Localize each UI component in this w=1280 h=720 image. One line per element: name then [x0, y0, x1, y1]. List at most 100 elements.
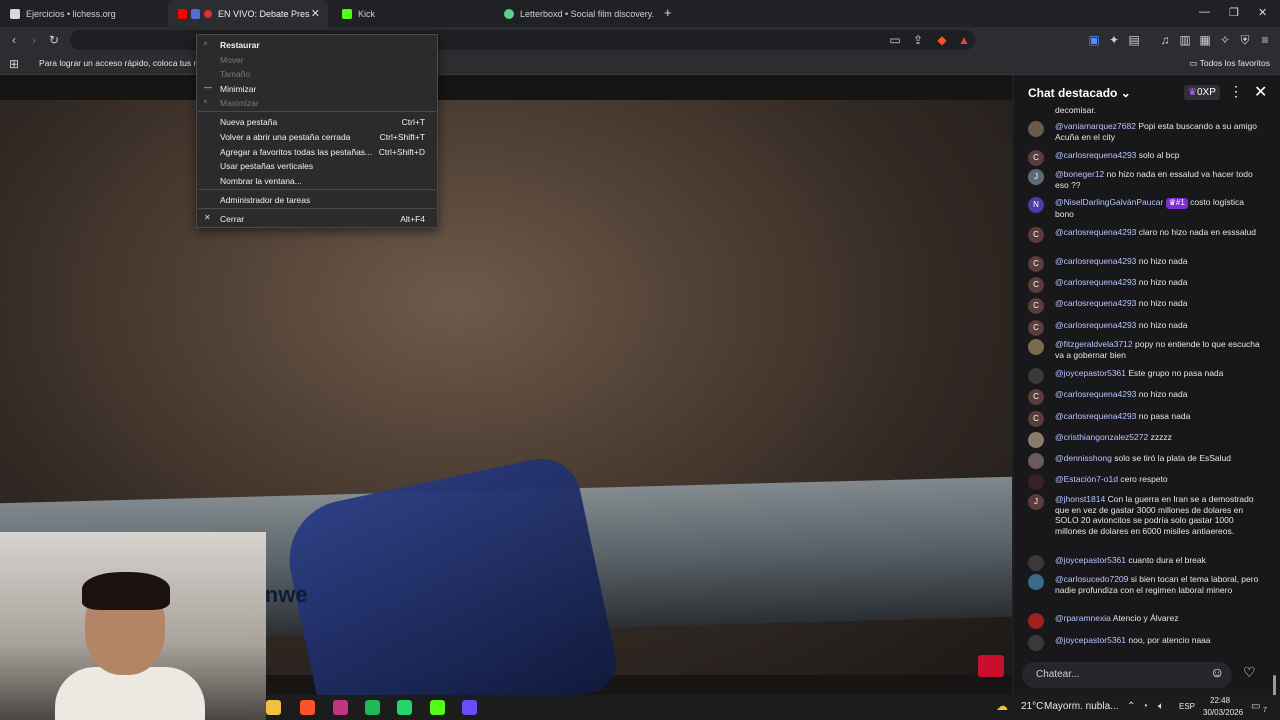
weather-desc[interactable]: Mayorm. nubla... [1044, 701, 1118, 712]
menu-item[interactable]: Usar pestañas verticales [197, 159, 437, 173]
close-window-icon[interactable]: ✕ [1258, 6, 1267, 19]
avatar[interactable]: J [1028, 169, 1044, 185]
chat-username[interactable]: @boneger12 [1055, 169, 1104, 179]
avatar[interactable] [1028, 339, 1044, 355]
file-explorer-icon[interactable] [266, 700, 281, 715]
wallet-icon[interactable]: ▦ [1197, 32, 1213, 48]
menu-item[interactable]: Administrador de tareas [197, 193, 437, 207]
tab-kick[interactable]: Kick [332, 0, 492, 27]
avatar[interactable]: C [1028, 256, 1044, 272]
chat-username[interactable]: @Estación7-o1d [1055, 474, 1118, 484]
chat-title-dropdown[interactable]: Chat destacado ⌄ [1028, 86, 1131, 100]
heart-icon[interactable]: ♡ [1243, 664, 1256, 681]
tab-lichess[interactable]: Ejercicios • lichess.org [0, 0, 166, 27]
menu-item[interactable]: Volver a abrir una pestaña cerrada Ctrl+S… [197, 130, 437, 144]
avatar[interactable] [1028, 432, 1044, 448]
screen-icon[interactable]: ▭ [887, 32, 903, 48]
avatar[interactable] [1028, 635, 1044, 651]
xp-badge[interactable]: ♛0XP [1184, 85, 1220, 100]
reload-icon[interactable]: ↻ [46, 32, 62, 48]
chat-username[interactable]: @joycepastor5361 [1055, 368, 1126, 378]
clock-date[interactable]: 30/03/2026 [1203, 708, 1243, 717]
tab-search-icon[interactable]: ▤ [1126, 32, 1142, 48]
media-icon[interactable]: ♫ [1157, 32, 1173, 48]
notifications-icon[interactable]: ▭ [1251, 701, 1260, 712]
avatar[interactable] [1028, 555, 1044, 571]
tab-letterboxd[interactable]: Letterboxd • Social film discovery. [494, 0, 654, 27]
back-icon[interactable]: ‹ [6, 32, 22, 48]
chat-username[interactable]: @jhonst1814 [1055, 494, 1105, 504]
emoji-icon[interactable]: ☺ [1210, 664, 1224, 680]
new-tab-icon[interactable]: + [664, 5, 672, 20]
menu-item[interactable]: ✕ Cerrar Alt+F4 [197, 212, 437, 226]
chat-username[interactable]: @vaniamarquez7682 [1055, 121, 1136, 131]
chat-username[interactable]: @cristhiangonzalez5272 [1055, 432, 1148, 442]
menu-item[interactable]: ▫ Restaurar [197, 38, 437, 52]
chat-username[interactable]: @dennisshong [1055, 453, 1112, 463]
tab-close-icon[interactable]: ✕ [311, 7, 320, 20]
brave-icon[interactable] [300, 700, 315, 715]
avatar[interactable] [1028, 368, 1044, 384]
language-indicator[interactable]: ESP [1179, 702, 1195, 711]
sidebar-icon[interactable]: ▥ [1177, 32, 1193, 48]
avatar[interactable] [1028, 474, 1044, 490]
show-hidden-icons-icon[interactable]: ⌃ [1127, 701, 1135, 712]
close-chat-icon[interactable]: ✕ [1254, 82, 1267, 102]
avatar[interactable]: C [1028, 150, 1044, 166]
chat-username[interactable]: @fitzgeraldvela3712 [1055, 339, 1133, 349]
vpn-icon[interactable]: ⛨ [1237, 32, 1253, 48]
avatar[interactable]: C [1028, 389, 1044, 405]
puzzle-icon[interactable]: ✦ [1106, 32, 1122, 48]
avatar[interactable]: C [1028, 227, 1044, 243]
chat-username[interactable]: @carlosrequena4293 [1055, 150, 1136, 160]
kick-icon[interactable] [430, 700, 445, 715]
chat-input-field[interactable]: Chatear... [1022, 662, 1232, 688]
more-options-icon[interactable]: ⋮ [1229, 83, 1243, 100]
chat-username[interactable]: @joycepastor5361 [1055, 635, 1126, 645]
chat-username[interactable]: @rparamnexia [1055, 613, 1111, 623]
whatsapp-icon[interactable] [397, 700, 412, 715]
extension-icon[interactable]: ▣ [1086, 32, 1102, 48]
forward-icon[interactable]: › [26, 32, 42, 48]
chat-username[interactable]: @joycepastor5361 [1055, 555, 1126, 565]
menu-item[interactable]: — Minimizar [197, 82, 437, 96]
menu-item[interactable]: Agregar a favoritos todas las pestañas..… [197, 145, 437, 159]
avatar[interactable] [1028, 453, 1044, 469]
chat-username[interactable]: @carlosrequena4293 [1055, 256, 1136, 266]
leo-icon[interactable]: ✧ [1217, 32, 1233, 48]
menu-item[interactable]: Nueva pestaña Ctrl+T [197, 115, 437, 129]
avatar[interactable] [1028, 613, 1044, 629]
avatar[interactable]: C [1028, 298, 1044, 314]
avatar[interactable] [1028, 574, 1044, 590]
menu-item[interactable]: Nombrar la ventana... [197, 174, 437, 188]
apps-grid-icon[interactable]: ⊞ [6, 56, 22, 72]
weather-temp[interactable]: 21°C [1021, 701, 1043, 712]
chat-username[interactable]: @carlosucedo7209 [1055, 574, 1128, 584]
minimize-window-icon[interactable]: — [1199, 6, 1210, 18]
avatar[interactable]: C [1028, 277, 1044, 293]
avatar[interactable]: C [1028, 320, 1044, 336]
chat-username[interactable]: @carlosrequena4293 [1055, 277, 1136, 287]
chat-username[interactable]: @carlosrequena4293 [1055, 320, 1136, 330]
chat-username[interactable]: @carlosrequena4293 [1055, 227, 1136, 237]
chat-username[interactable]: @NiselDarlingGalvánPaucar [1055, 197, 1163, 207]
brave-shields-icon[interactable]: ◆ [934, 32, 950, 48]
volume-icon[interactable]: 🔈︎ [1158, 701, 1164, 712]
tab-youtube-live[interactable]: EN VIVO: Debate Presiden ✕ [168, 0, 328, 27]
all-favorites-button[interactable]: ▭ Todos los favoritos [1189, 58, 1270, 69]
clock-time[interactable]: 22:48 [1210, 696, 1230, 705]
instagram-icon[interactable] [333, 700, 348, 715]
avatar[interactable]: C [1028, 411, 1044, 427]
restore-window-icon[interactable]: ❐ [1229, 6, 1239, 19]
chat-username[interactable]: @carlosrequena4293 [1055, 298, 1136, 308]
menu-icon[interactable]: ≡ [1257, 32, 1273, 48]
chat-username[interactable]: @carlosrequena4293 [1055, 389, 1136, 399]
avatar[interactable]: N [1028, 197, 1044, 213]
chat-username[interactable]: @carlosrequena4293 [1055, 411, 1136, 421]
share-icon[interactable]: ⇪ [910, 32, 926, 48]
avatar[interactable]: J [1028, 494, 1044, 510]
brave-rewards-icon[interactable]: ▲ [956, 32, 972, 48]
avatar[interactable] [1028, 121, 1044, 137]
app-icon[interactable] [462, 700, 477, 715]
network-icon[interactable]: ◔ [1142, 701, 1148, 712]
